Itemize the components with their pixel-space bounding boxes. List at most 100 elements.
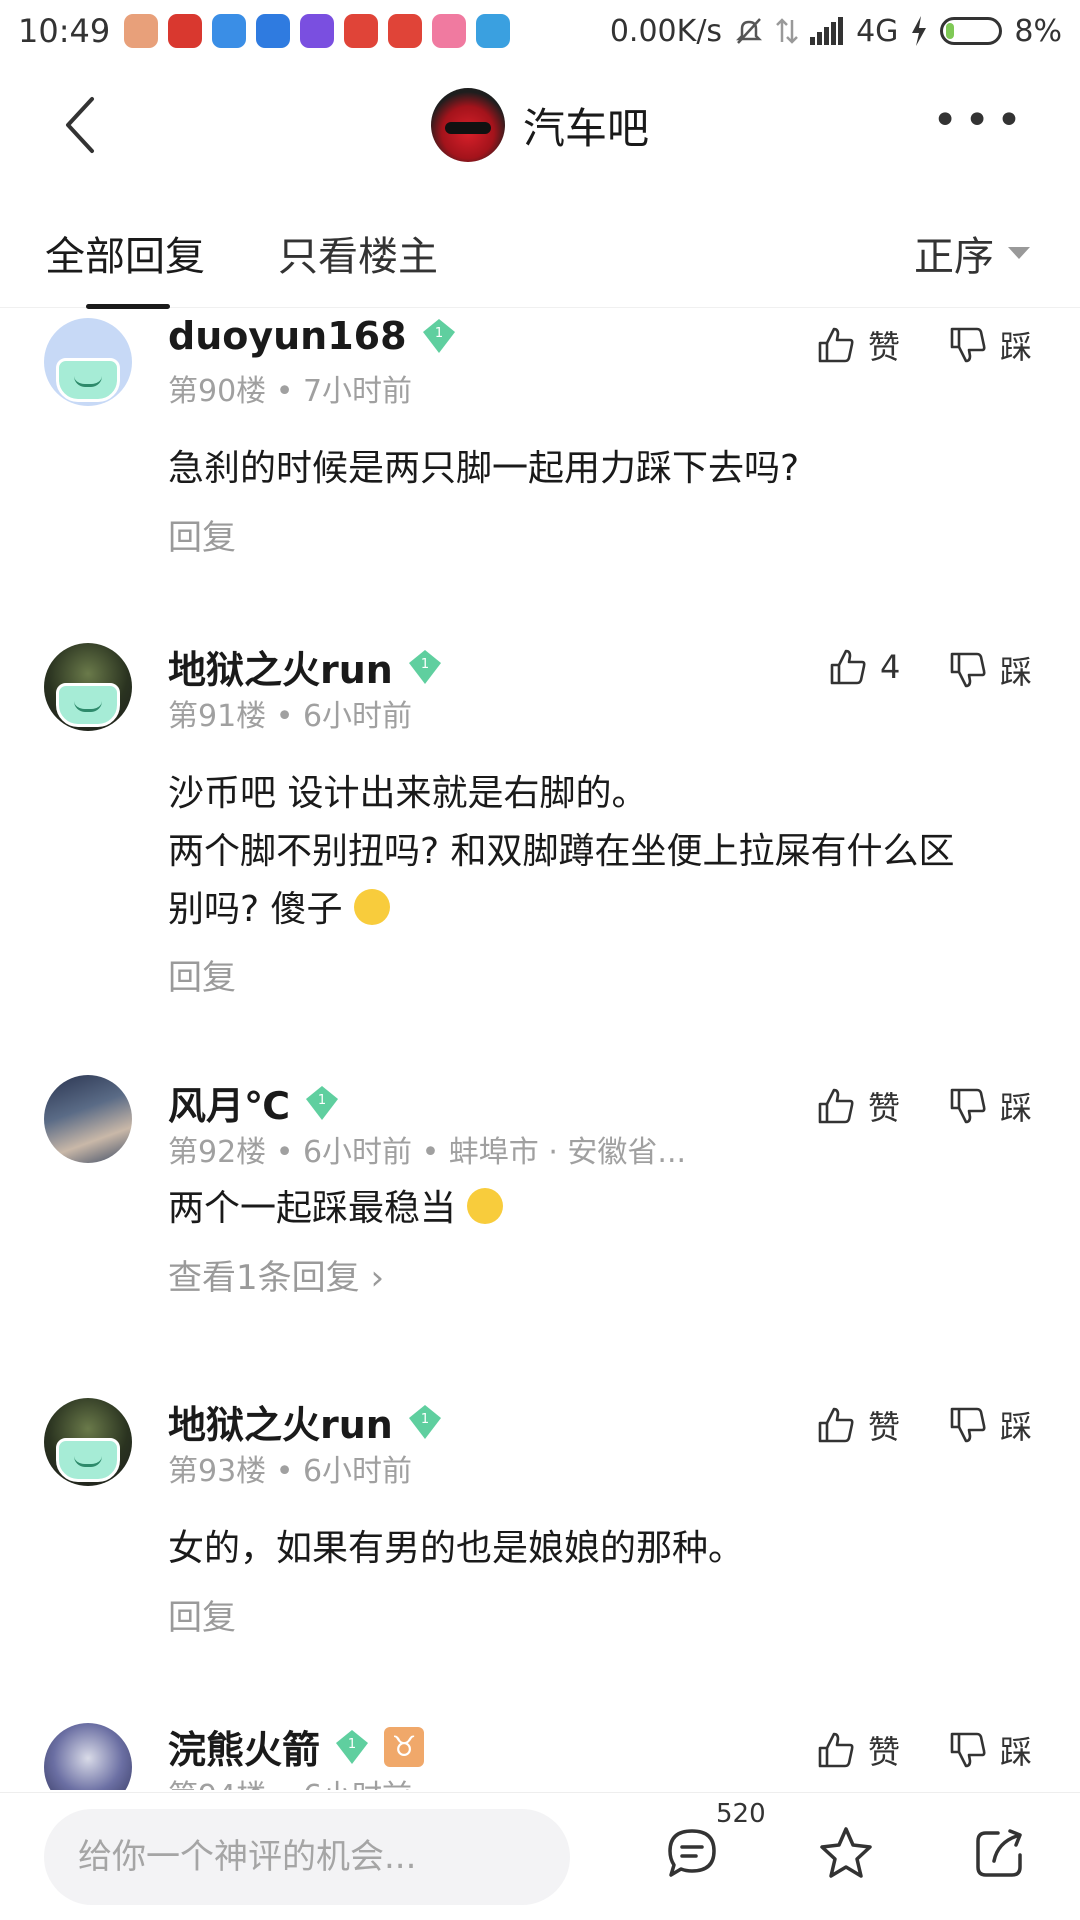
avatar[interactable]: [44, 1723, 132, 1790]
thumbs-up-icon: [818, 1732, 854, 1768]
like-label: 赞: [868, 328, 901, 366]
level-badge-icon: 1: [408, 1404, 441, 1439]
comment-text: 两个一起踩最稳当: [168, 1180, 1048, 1238]
sneeze-emoji-icon: [354, 889, 391, 925]
comment-line: 沙币吧 设计出来就是右脚的。: [168, 773, 648, 814]
thumbs-up-icon: [830, 649, 866, 685]
floor-meta: 第93楼 • 6小时前: [168, 1454, 413, 1489]
dislike-button[interactable]: 踩: [948, 647, 1032, 693]
thumbs-down-icon: [950, 327, 986, 363]
reply-button[interactable]: 回复: [168, 950, 236, 999]
dislike-label: 踩: [1000, 1089, 1033, 1127]
like-count: 4: [880, 648, 901, 686]
network-type: 4G: [856, 13, 899, 49]
dislike-button[interactable]: 踩: [948, 1727, 1032, 1773]
comment-text: 女的，如果有男的也是娘娘的那种。: [168, 1528, 745, 1569]
like-label: 赞: [868, 1089, 901, 1127]
forum-avatar: [430, 88, 505, 162]
forum-title[interactable]: 汽车吧: [430, 88, 649, 162]
favorite-button[interactable]: [816, 1823, 876, 1883]
app-notification-icon: [432, 14, 467, 48]
svg-text:1: 1: [318, 1093, 326, 1108]
dislike-label: 踩: [1000, 1408, 1033, 1446]
app-notification-icon: [300, 14, 335, 48]
bottom-bar: 给你一个神评的机会... 520: [0, 1792, 1080, 1920]
taurus-icon: ♉: [384, 1726, 425, 1767]
sort-label: 正序: [914, 234, 994, 280]
tab-owner-only[interactable]: 只看楼主: [278, 224, 438, 282]
svg-text:1: 1: [348, 1737, 356, 1752]
app-notification-icon: [344, 14, 379, 48]
like-button[interactable]: 4: [828, 647, 900, 687]
dislike-button[interactable]: 踩: [948, 322, 1032, 368]
floor-meta: 第91楼 • 6小时前: [168, 699, 413, 734]
svg-text:1: 1: [421, 1412, 429, 1427]
view-replies-link[interactable]: 查看1条回复 ›: [168, 1250, 384, 1299]
comment-item: duoyun168 1 第90楼 • 7小时前 赞 踩 急刹的时候是两只脚一起用…: [0, 310, 1080, 630]
thumbs-down-icon: [950, 652, 986, 688]
dislike-label: 踩: [1000, 328, 1033, 366]
active-tab-indicator: [86, 304, 170, 309]
forum-name: 汽车吧: [522, 103, 649, 153]
avatar[interactable]: [44, 318, 132, 406]
username[interactable]: 浣熊火箭: [168, 1719, 320, 1774]
comment-item: 地狱之火run 1 第91楼 • 6小时前 4 踩 沙币吧 设计出来就是右脚的。…: [0, 635, 1080, 1055]
thumbs-down-icon: [950, 1732, 986, 1768]
avatar[interactable]: [44, 1075, 132, 1163]
username[interactable]: 地狱之火run: [168, 639, 393, 694]
dislike-button[interactable]: 踩: [948, 1083, 1032, 1129]
level-badge-icon: 1: [306, 1085, 339, 1120]
like-button[interactable]: 赞: [816, 1727, 900, 1773]
status-right: 0.00K/s 4G 8%: [610, 14, 1062, 49]
star-icon: [820, 1827, 872, 1878]
comment-item: 浣熊火箭 1 ♉ 第94楼 • 6小时前 赞 踩: [0, 1715, 1080, 1790]
thumbs-up-icon: [818, 327, 854, 363]
app-notification-icon: [212, 14, 247, 48]
comment-bubble-icon: [668, 1829, 716, 1877]
tab-all-replies[interactable]: 全部回复: [45, 224, 205, 282]
like-button[interactable]: 赞: [816, 322, 900, 368]
like-label: 赞: [868, 1408, 901, 1446]
net-speed: 0.00K/s: [609, 13, 723, 49]
level-badge-icon: 1: [408, 649, 441, 684]
sort-dropdown[interactable]: 正序: [914, 224, 1030, 282]
battery-icon: [940, 17, 1003, 45]
back-arrow-icon: [66, 97, 94, 153]
reply-button[interactable]: 回复: [168, 1590, 236, 1639]
username[interactable]: 地狱之火run: [168, 1394, 393, 1449]
app-notification-icon: [256, 14, 291, 48]
level-badge-icon: 1: [336, 1729, 369, 1764]
more-icon: •••: [932, 95, 1028, 146]
smile-emoji-icon: [467, 1188, 504, 1224]
avatar-mask-overlay: [44, 643, 132, 731]
floor-meta: 第94楼 • 6小时前: [168, 1771, 412, 1790]
thumbs-up-icon: [818, 1407, 854, 1443]
back-button[interactable]: [60, 92, 120, 158]
more-options-button[interactable]: •••: [932, 99, 1028, 143]
username[interactable]: 风月℃: [168, 1075, 290, 1130]
caret-down-icon: [1008, 247, 1030, 259]
dislike-button[interactable]: 踩: [948, 1402, 1032, 1448]
like-label: 赞: [868, 1733, 901, 1771]
share-button[interactable]: [970, 1823, 1030, 1883]
app-notification-icon: [476, 14, 511, 48]
comment-line: 两个脚不别扭吗? 和双脚蹲在坐便上拉屎有什么区: [168, 831, 955, 872]
svg-text:1: 1: [421, 657, 429, 672]
comment-list[interactable]: duoyun168 1 第90楼 • 7小时前 赞 踩 急刹的时候是两只脚一起用…: [0, 310, 1080, 1790]
dislike-label: 踩: [1000, 653, 1033, 691]
comment-count: 520: [716, 1799, 766, 1829]
floor-meta: 第90楼 • 7小时前: [168, 374, 413, 409]
app-notification-icon: [168, 14, 203, 48]
username[interactable]: duoyun168: [168, 314, 407, 358]
floor-meta: 第92楼 • 6小时前 • 蚌埠市 · 安徽省...: [168, 1135, 687, 1170]
top-nav: 汽车吧 •••: [0, 62, 1080, 188]
comments-button[interactable]: [662, 1823, 722, 1883]
data-arrows-icon: [776, 18, 798, 44]
comment-line: 别吗? 傻子: [168, 889, 343, 930]
comment-input[interactable]: 给你一个神评的机会...: [44, 1809, 570, 1905]
comment-item: 风月℃ 1 第92楼 • 6小时前 • 蚌埠市 · 安徽省... 赞 踩 两个一…: [0, 1075, 1080, 1395]
like-button[interactable]: 赞: [816, 1083, 900, 1129]
like-button[interactable]: 赞: [816, 1402, 900, 1448]
comment-text: 急刹的时候是两只脚一起用力踩下去吗?: [168, 448, 800, 489]
reply-button[interactable]: 回复: [168, 510, 236, 559]
